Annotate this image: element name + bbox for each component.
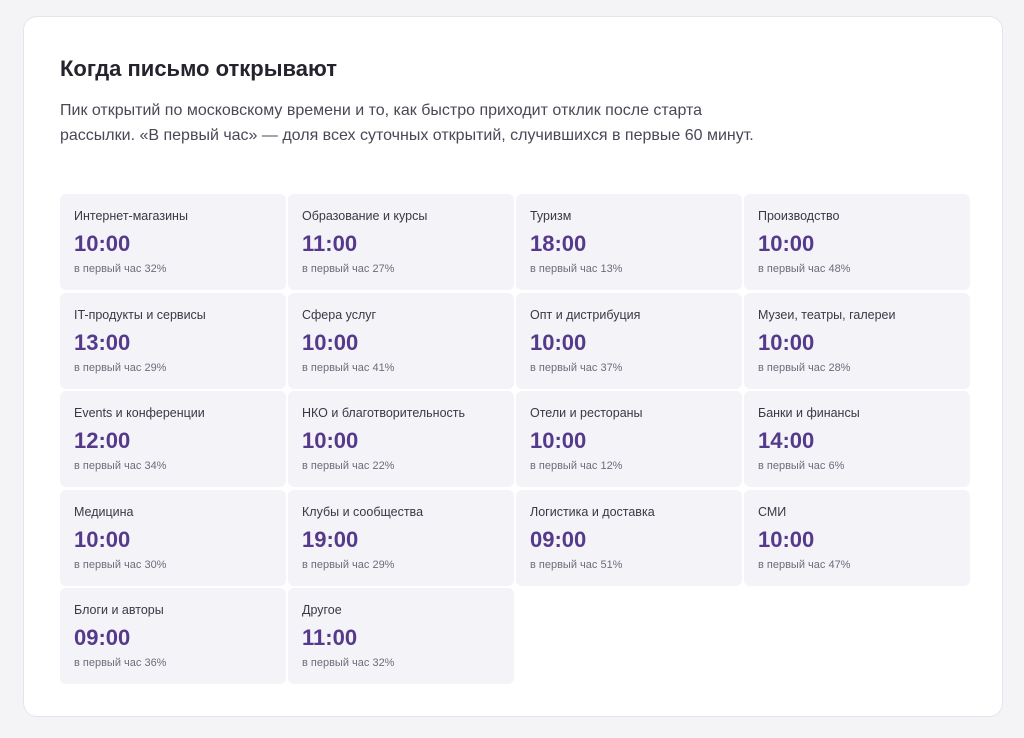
peak-time: 13:00	[74, 329, 131, 355]
industry-name: Другое	[302, 603, 342, 617]
first-hour-share: в первый час 13%	[530, 263, 623, 275]
first-hour-share: в первый час 51%	[530, 558, 623, 571]
first-hour-share: в первый час 37%	[530, 361, 623, 374]
industry-cell: Блоги и авторы 09:00 в первый час 36%	[60, 588, 286, 684]
industry-cell: Интернет-магазины 10:00 в первый час 32%	[60, 194, 286, 290]
industry-name: Медицина	[74, 504, 134, 519]
first-hour-share: в первый час 47%	[758, 558, 851, 571]
section-description: Пик открытий по московскому времени и то…	[60, 102, 754, 144]
first-hour-share: в первый час 28%	[758, 361, 851, 374]
first-hour-share: в первый час 48%	[758, 263, 851, 275]
first-hour-share: в первый час 6%	[758, 460, 845, 472]
peak-time: 09:00	[530, 526, 587, 552]
industry-cell: Сфера услуг 10:00 в первый час 41%	[288, 292, 514, 389]
industry-name: Туризм	[530, 209, 572, 223]
peak-time: 10:00	[758, 329, 815, 355]
peak-time: 10:00	[74, 526, 131, 552]
industry-name: СМИ	[758, 504, 787, 519]
industry-cell: Опт и дистрибуция 10:00 в первый час 37%	[516, 292, 742, 389]
peak-time: 10:00	[758, 231, 815, 256]
industry-name: Образование и курсы	[302, 209, 428, 223]
industry-name: Сфера услуг	[302, 307, 377, 322]
section-title: Когда письмо открывают	[60, 56, 337, 81]
industry-cell: Туризм 18:00 в первый час 13%	[516, 194, 742, 290]
industry-cell: Events и конференции 12:00 в первый час …	[60, 391, 286, 487]
industry-cell: Логистика и доставка 09:00 в первый час …	[516, 489, 742, 586]
industry-cell: Отели и рестораны 10:00 в первый час 12%	[516, 391, 742, 487]
first-hour-share: в первый час 12%	[530, 460, 623, 472]
peak-time: 10:00	[74, 231, 131, 256]
industry-name: Отели и рестораны	[530, 406, 643, 420]
peak-time: 14:00	[758, 428, 815, 453]
peak-time: 10:00	[302, 428, 359, 453]
industry-name: Музеи, театры, галереи	[758, 307, 896, 322]
first-hour-share: в первый час 34%	[74, 460, 167, 472]
industry-cell: IT-продукты и сервисы 13:00 в первый час…	[60, 292, 286, 389]
industry-name: Опт и дистрибуция	[530, 307, 641, 322]
first-hour-share: в первый час 30%	[74, 558, 167, 571]
peak-time: 10:00	[530, 329, 587, 355]
industry-cell: НКО и благотворительность 10:00 в первый…	[288, 391, 514, 487]
industry-name: Логистика и доставка	[530, 504, 655, 519]
peak-time: 10:00	[302, 329, 359, 355]
peak-time: 09:00	[74, 625, 131, 650]
open-time-card: Когда письмо открывают Пик открытий по м…	[23, 16, 1003, 717]
industry-name: Блоги и авторы	[74, 603, 164, 617]
first-hour-share: в первый час 32%	[74, 263, 167, 275]
peak-time: 18:00	[530, 231, 587, 256]
industry-name: Events и конференции	[74, 406, 205, 420]
industry-name: Банки и финансы	[758, 406, 860, 420]
peak-time: 12:00	[74, 428, 131, 453]
industry-cell: Производство 10:00 в первый час 48%	[744, 194, 970, 290]
industry-name: НКО и благотворительность	[302, 406, 466, 420]
first-hour-share: в первый час 29%	[74, 361, 167, 374]
peak-time: 11:00	[302, 231, 358, 256]
industry-cell: Медицина 10:00 в первый час 30%	[60, 489, 286, 586]
first-hour-share: в первый час 32%	[302, 657, 395, 669]
industry-cell: Клубы и сообщества 19:00 в первый час 29…	[288, 489, 514, 586]
peak-time: 19:00	[302, 526, 359, 552]
industry-cell: Образование и курсы 11:00 в первый час 2…	[288, 194, 514, 290]
industry-name: Производство	[758, 209, 840, 223]
industry-cell: Банки и финансы 14:00 в первый час 6%	[744, 391, 970, 487]
industry-name: Интернет-магазины	[74, 209, 188, 223]
industry-name: Клубы и сообщества	[302, 504, 424, 519]
first-hour-share: в первый час 36%	[74, 657, 167, 669]
industry-cell: Музеи, театры, галереи 10:00 в первый ча…	[744, 292, 970, 389]
first-hour-share: в первый час 41%	[302, 361, 395, 374]
peak-time: 11:00	[302, 625, 358, 650]
first-hour-share: в первый час 22%	[302, 460, 395, 472]
industry-grid: Интернет-магазины 10:00 в первый час 32%…	[60, 194, 970, 684]
first-hour-share: в первый час 27%	[302, 263, 395, 275]
industry-cell: СМИ 10:00 в первый час 47%	[744, 489, 970, 586]
first-hour-share: в первый час 29%	[302, 558, 395, 571]
peak-time: 10:00	[758, 526, 815, 552]
industry-name: IT-продукты и сервисы	[74, 307, 206, 322]
peak-time: 10:00	[530, 428, 587, 453]
industry-cell: Другое 11:00 в первый час 32%	[288, 588, 514, 684]
